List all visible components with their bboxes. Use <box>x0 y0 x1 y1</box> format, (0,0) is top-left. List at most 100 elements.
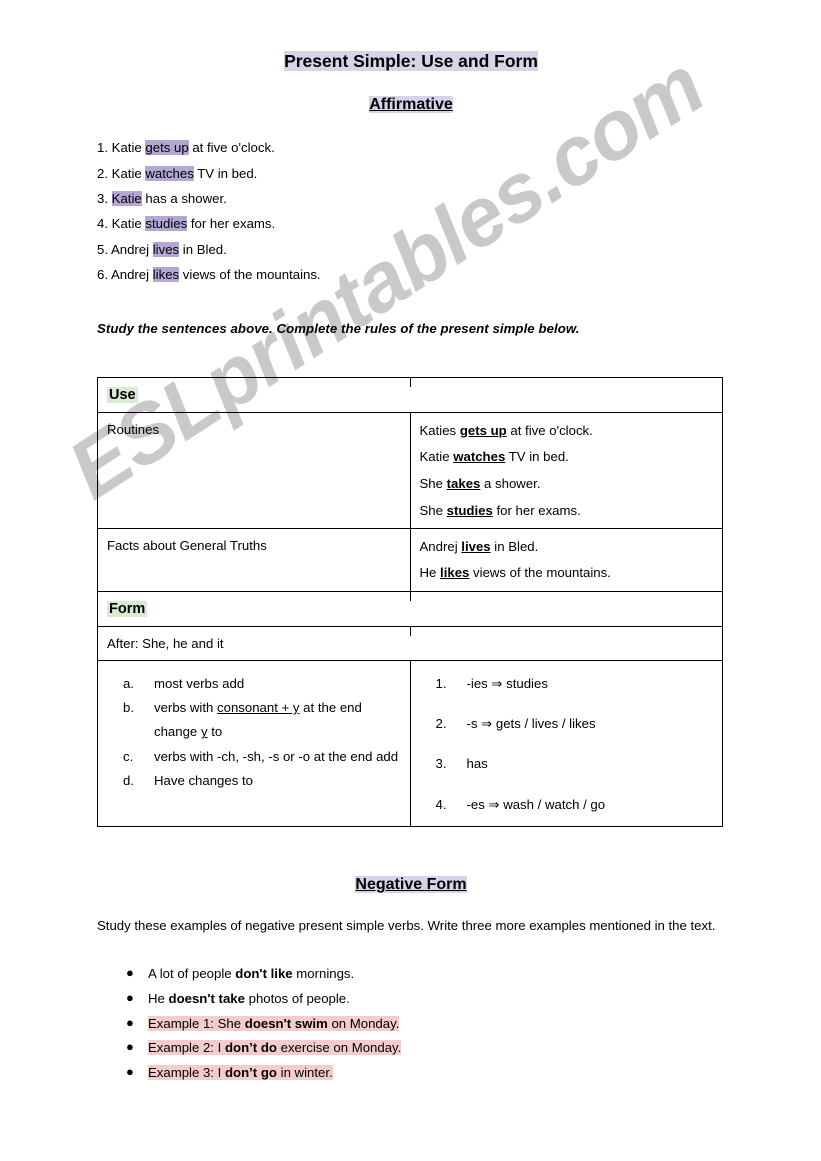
form-answer-item: 3. has <box>420 752 713 776</box>
negative-text-before: He <box>148 990 169 1006</box>
form-header-cell: Form <box>97 590 411 627</box>
highlighted-verb: Katie <box>111 190 142 206</box>
negative-intro-text: Study these examples of negative present… <box>97 918 716 934</box>
use-and-form-table: Use Routines Katies gets up at five o'cl… <box>97 376 723 828</box>
list-item: ● Example 3: I don’t go in winter. <box>97 1064 725 1082</box>
form-answer-item: 4. -es ⇒ wash / watch / go <box>420 793 713 817</box>
example-text-before: Katies <box>419 422 460 438</box>
form-answer-item: 1. -ies ⇒ studies <box>420 672 713 696</box>
list-item: ● Example 2: I don’t do exercise on Monda… <box>97 1039 725 1057</box>
answer-marker: 4. <box>435 796 447 812</box>
form-answer-item: 2. -s ⇒ gets / lives / likes <box>420 712 713 736</box>
use-header-label: Use <box>107 386 138 403</box>
answer-text: -es ⇒ wash / watch / go <box>466 796 606 812</box>
negative-text-after: in winter. <box>276 1065 333 1081</box>
negative-example-list: ● A lot of people don't like mornings. ● H… <box>97 965 725 1082</box>
example-text-before: She <box>419 502 447 518</box>
form-rule-item: a. most verbs add <box>107 672 400 696</box>
answer-marker: 3. <box>435 756 447 772</box>
use-label-routines: Routines <box>97 411 411 529</box>
form-answer-list: 1. -ies ⇒ studies 2. -s ⇒ gets / lives / li… <box>420 672 713 818</box>
negative-verb: don't like <box>235 965 293 981</box>
list-item: 6. Andrej likes views of the mountains. <box>97 266 725 284</box>
highlighted-verb: lives <box>152 241 180 257</box>
sentence-text-before: Katie <box>111 165 146 181</box>
sentence-text-before: Andrej <box>110 241 153 257</box>
form-header-label: Form <box>107 600 148 617</box>
form-rule-item: d. Have changes to <box>107 769 400 793</box>
bullet-icon: ● <box>126 964 134 980</box>
sentence-number: 6. <box>97 266 111 282</box>
study-instruction: Study the sentences above. Complete the … <box>97 320 580 336</box>
negative-example-text: He doesn't take photos of people. <box>148 991 350 1006</box>
table-row-form-header: Form <box>97 590 723 627</box>
sentence-text-after: TV in bed. <box>193 165 258 181</box>
rule-marker: a. <box>123 675 134 691</box>
sentence-number: 5. <box>97 241 111 257</box>
sentence-text-after: views of the mountains. <box>179 266 321 282</box>
sentence-text-after: in Bled. <box>179 241 227 257</box>
negative-example-text: Example 1: She doesn't swim on Monday. <box>148 1015 400 1031</box>
negative-text-before: Example 2: I <box>148 1040 225 1056</box>
negative-form-heading: Negative Form <box>355 876 467 894</box>
rule-text: to <box>207 724 223 740</box>
example-text-before: She <box>419 475 447 491</box>
page-title-row: Present Simple: Use and Form <box>97 48 725 74</box>
use-examples-facts: Andrej lives in Bled. He likes views of t… <box>409 527 723 592</box>
rule-text: verbs with -ch, -sh, -s or -o at the end… <box>154 748 399 764</box>
example-text-after: for her exams. <box>492 502 581 518</box>
rule-underlined-term: consonant + y <box>217 699 300 715</box>
rule-marker: b. <box>123 699 134 715</box>
example-text-before: Andrej <box>419 538 462 554</box>
table-row: Facts about General Truths Andrej lives … <box>97 527 723 592</box>
use-examples-routines: Katies gets up at five o'clock. Katie wat… <box>409 411 723 529</box>
negative-example-text: A lot of people don't like mornings. <box>148 966 354 981</box>
answer-marker: 2. <box>435 715 447 731</box>
negative-text-before: Example 1: She <box>148 1015 245 1031</box>
negative-text-after: mornings. <box>292 965 355 981</box>
sentence-text-before: Andrej <box>110 266 153 282</box>
example-text-after: a shower. <box>480 475 541 491</box>
example-sentence: Katie watches TV in bed. <box>420 448 713 465</box>
list-item: ● A lot of people don't like mornings. <box>97 965 725 983</box>
list-item: 2. Katie watches TV in bed. <box>97 165 725 183</box>
example-text-after: in Bled. <box>490 538 539 554</box>
example-sentence: He likes views of the mountains. <box>420 564 713 581</box>
answer-text: -s ⇒ gets / lives / likes <box>466 715 596 731</box>
rule-text: verbs with <box>154 699 218 715</box>
form-rules-cell: a. most verbs add b. verbs with consonant +… <box>97 659 411 828</box>
answer-marker: 1. <box>435 675 447 691</box>
negative-text-after: photos of people. <box>244 990 350 1006</box>
use-header-cell: Use <box>97 376 411 413</box>
list-item: ● Example 1: She doesn't swim on Monday. <box>97 1015 725 1033</box>
negative-verb: don’t go <box>224 1065 277 1081</box>
bullet-icon: ● <box>126 989 134 1005</box>
example-sentence: Katies gets up at five o'clock. <box>420 422 713 439</box>
negative-example-text: Example 2: I don’t do exercise on Monday… <box>148 1040 402 1056</box>
bullet-icon: ● <box>126 1064 134 1080</box>
example-text-after: TV in bed. <box>505 449 569 465</box>
highlighted-verb: watches <box>145 165 194 181</box>
negative-text-after: exercise on Monday. <box>276 1040 402 1056</box>
table-row-after: After: She, he and it <box>97 625 723 661</box>
negative-verb: don’t do <box>224 1040 277 1056</box>
example-verb: watches <box>453 449 506 465</box>
rule-marker: d. <box>123 773 134 789</box>
example-sentence: She takes a shower. <box>420 475 713 492</box>
form-rule-item: c. verbs with -ch, -sh, -s or -o at the e… <box>107 745 400 769</box>
list-item: ● He doesn't take photos of people. <box>97 990 725 1008</box>
form-header-cell-right <box>410 590 723 627</box>
bullet-icon: ● <box>126 1014 134 1030</box>
negative-text-before: Example 3: I <box>148 1065 225 1081</box>
example-text-before: He <box>419 565 441 581</box>
example-verb: likes <box>440 565 470 581</box>
example-text-after: views of the mountains. <box>469 565 611 581</box>
sentence-text-after: has a shower. <box>141 190 227 206</box>
example-verb: studies <box>446 502 493 518</box>
answer-text: has <box>466 756 488 772</box>
sentence-text-before: Katie <box>111 140 146 156</box>
highlighted-verb: studies <box>145 216 188 232</box>
page-title: Present Simple: Use and Form <box>284 51 538 71</box>
affirmative-heading-row: Affirmative <box>97 93 725 117</box>
rule-text: Have changes to <box>154 773 253 789</box>
